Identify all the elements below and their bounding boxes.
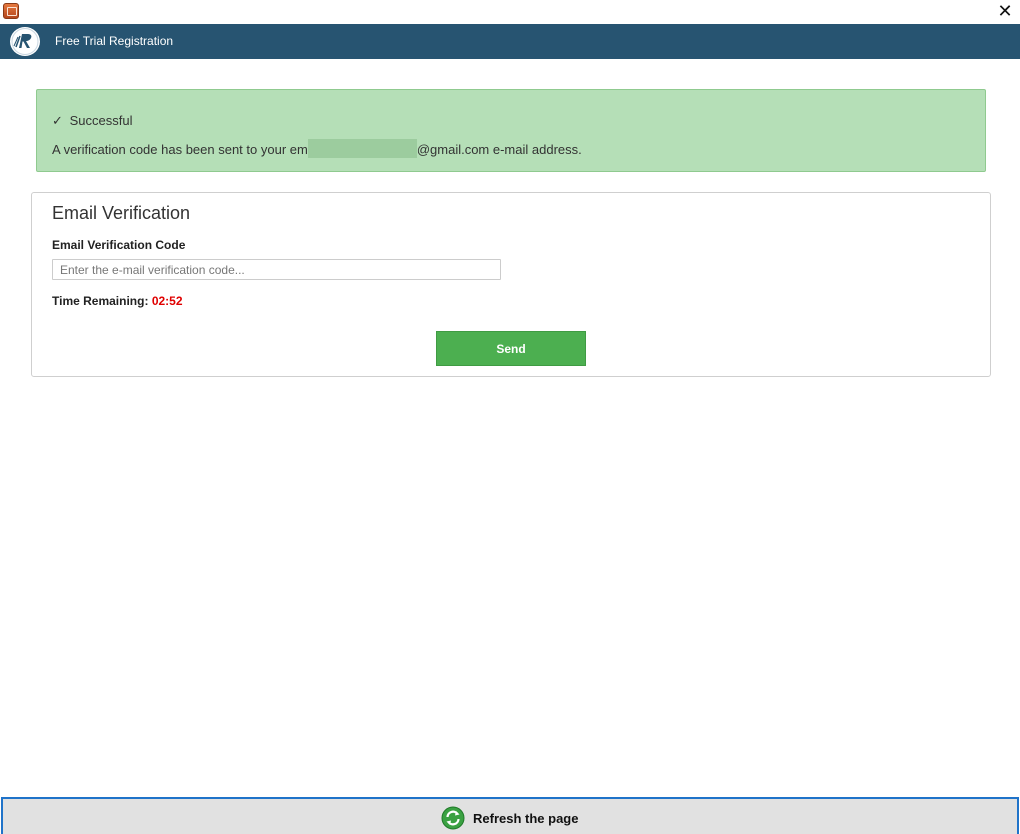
logo-mark: [11, 28, 39, 55]
app-icon: [3, 3, 19, 19]
window-titlebar: ✕: [0, 0, 1020, 24]
success-alert: ✓ Successful A verification code has bee…: [36, 89, 986, 172]
code-field-label: Email Verification Code: [52, 238, 186, 252]
panel-title: Email Verification: [52, 203, 191, 223]
time-remaining: Time Remaining: 02:52: [52, 294, 183, 308]
alert-message: A verification code has been sent to you…: [52, 139, 582, 158]
verification-code-input[interactable]: [52, 259, 501, 280]
company-logo-icon: [10, 27, 40, 56]
refresh-label: Refresh the page: [473, 811, 579, 826]
close-icon[interactable]: ✕: [996, 2, 1014, 20]
redacted-email: [307, 139, 417, 158]
timer-label: Time Remaining:: [52, 294, 149, 308]
timer-value: 02:52: [151, 294, 183, 308]
check-icon: ✓: [52, 113, 63, 128]
email-verification-panel: Email Verification Email Verification Co…: [31, 192, 991, 377]
header-title: Free Trial Registration: [55, 34, 174, 48]
send-button[interactable]: Send: [436, 331, 586, 366]
refresh-page-button[interactable]: Refresh the page: [1, 797, 1019, 834]
alert-message-prefix: A verification code has been sent to you…: [52, 142, 308, 157]
refresh-icon: [441, 806, 465, 830]
alert-status: Successful: [69, 113, 133, 128]
header-bar: Free Trial Registration: [0, 24, 1020, 59]
alert-heading: ✓ Successful: [52, 113, 133, 129]
alert-message-suffix: @gmail.com e-mail address.: [416, 142, 582, 157]
